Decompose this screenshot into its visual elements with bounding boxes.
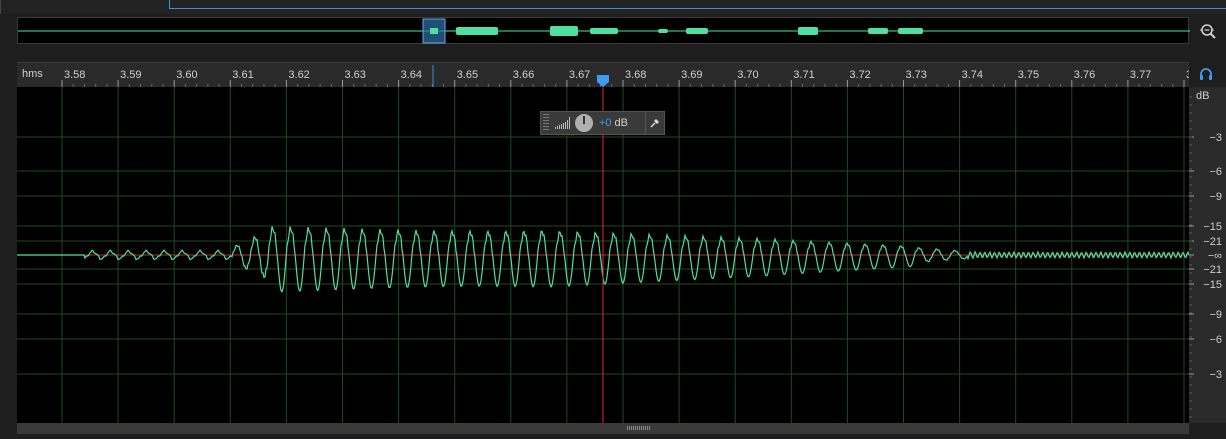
ruler-tick-label: 3.69 (681, 69, 702, 81)
ruler-tick-label: 3.61 (232, 69, 253, 81)
ruler-tick-label: 3.62 (288, 69, 309, 81)
amplitude-label: −∞ (1208, 250, 1222, 262)
amplitude-label: −3 (1209, 132, 1222, 144)
volume-unit: dB (614, 117, 629, 129)
divider (0, 0, 1, 14)
amplitude-ruler-svg: −3 −6 −9 −15 −21 −∞ −21 −15 −9 −6 −3 (1189, 96, 1222, 418)
ruler-tick-label: 3.59 (120, 69, 141, 81)
level-meter-icon (555, 117, 571, 129)
hud-drag-handle[interactable] (543, 114, 549, 132)
bottom-edge (0, 434, 1226, 439)
amplitude-label: −9 (1209, 191, 1222, 203)
headphones-icon (1200, 68, 1212, 80)
waveform-svg (17, 87, 1189, 423)
headphones-button[interactable] (1196, 64, 1216, 84)
ruler-tick-label: 3.58 (64, 69, 85, 81)
selection-frame (169, 0, 1226, 9)
ruler-tick-label: 3.60 (176, 69, 197, 81)
ruler-tick-label: 3.75 (1018, 69, 1039, 81)
volume-knob[interactable] (575, 114, 593, 132)
ruler-tick-label: 3.64 (401, 69, 422, 81)
overview-audio-blob (798, 27, 818, 35)
overview-audio-blob (456, 27, 498, 35)
ruler-tick-label: 3.77 (1130, 69, 1151, 81)
volume-value: +0 (599, 117, 612, 129)
waveform-editor[interactable] (17, 87, 1189, 423)
amplitude-label: −9 (1209, 309, 1222, 321)
playhead-handle (597, 75, 609, 87)
ruler-tick-label: 3.66 (513, 69, 534, 81)
ruler-tick-label: 3.65 (457, 69, 478, 81)
amplitude-label: −15 (1203, 221, 1222, 233)
amplitude-ruler[interactable]: −3 −6 −9 −15 −21 −∞ −21 −15 −9 −6 −3 (1189, 87, 1226, 423)
overview-audio-blob (550, 26, 578, 36)
amplitude-label: −6 (1209, 166, 1222, 178)
overview-audio-blob (898, 28, 923, 34)
time-ruler[interactable]: 3.58 3.59 3.60 3.61 3.62 3.63 3.64 3.65 3.66 3.67… (17, 62, 1189, 87)
left-panel-edge (0, 58, 17, 439)
ruler-tick-label: 3.63 (345, 69, 366, 81)
ruler-tick-label: 3.68 (625, 69, 646, 81)
time-unit-label: hms (22, 68, 43, 80)
amplitude-label: −3 (1209, 369, 1222, 381)
zoom-button[interactable] (1196, 19, 1220, 43)
overview-svg (18, 18, 1190, 44)
ruler-tick-label: 3. (1186, 69, 1189, 81)
overview-audio-blob (658, 29, 668, 33)
ruler-tick-label: 3.71 (793, 69, 814, 81)
ruler-tick-label: 3.67 (569, 69, 590, 81)
overview-audio-blob (868, 28, 888, 34)
pin-button[interactable] (645, 112, 664, 134)
amplitude-unit-label: dB (1196, 90, 1210, 102)
ruler-tick-label: 3.76 (1074, 69, 1095, 81)
amplitude-label: −21 (1203, 264, 1222, 276)
overview-view-audio (430, 28, 438, 34)
ruler-tick-label: 3.74 (962, 69, 983, 81)
time-ruler-svg: 3.58 3.59 3.60 3.61 3.62 3.63 3.64 3.65 3.66 3.67… (61, 65, 1189, 87)
horizontal-scrollbar[interactable] (17, 423, 1189, 434)
ruler-tick-label: 3.70 (737, 69, 758, 81)
pin-icon (650, 119, 659, 128)
scrollbar-grip[interactable] (627, 426, 651, 430)
amplitude-label: −6 (1209, 334, 1222, 346)
overview-waveform[interactable] (17, 17, 1190, 44)
volume-hud[interactable]: +0 dB (540, 111, 665, 135)
overview-audio-blob (590, 28, 618, 34)
zoom-magnifier-icon (1200, 24, 1216, 39)
amplitude-label: −15 (1203, 279, 1222, 291)
ruler-tick-label: 3.72 (849, 69, 870, 81)
top-panel-strip (0, 0, 1226, 14)
overview-audio-blob (686, 28, 708, 34)
ruler-tick-label: 3.73 (906, 69, 927, 81)
amplitude-label: −21 (1203, 236, 1222, 248)
